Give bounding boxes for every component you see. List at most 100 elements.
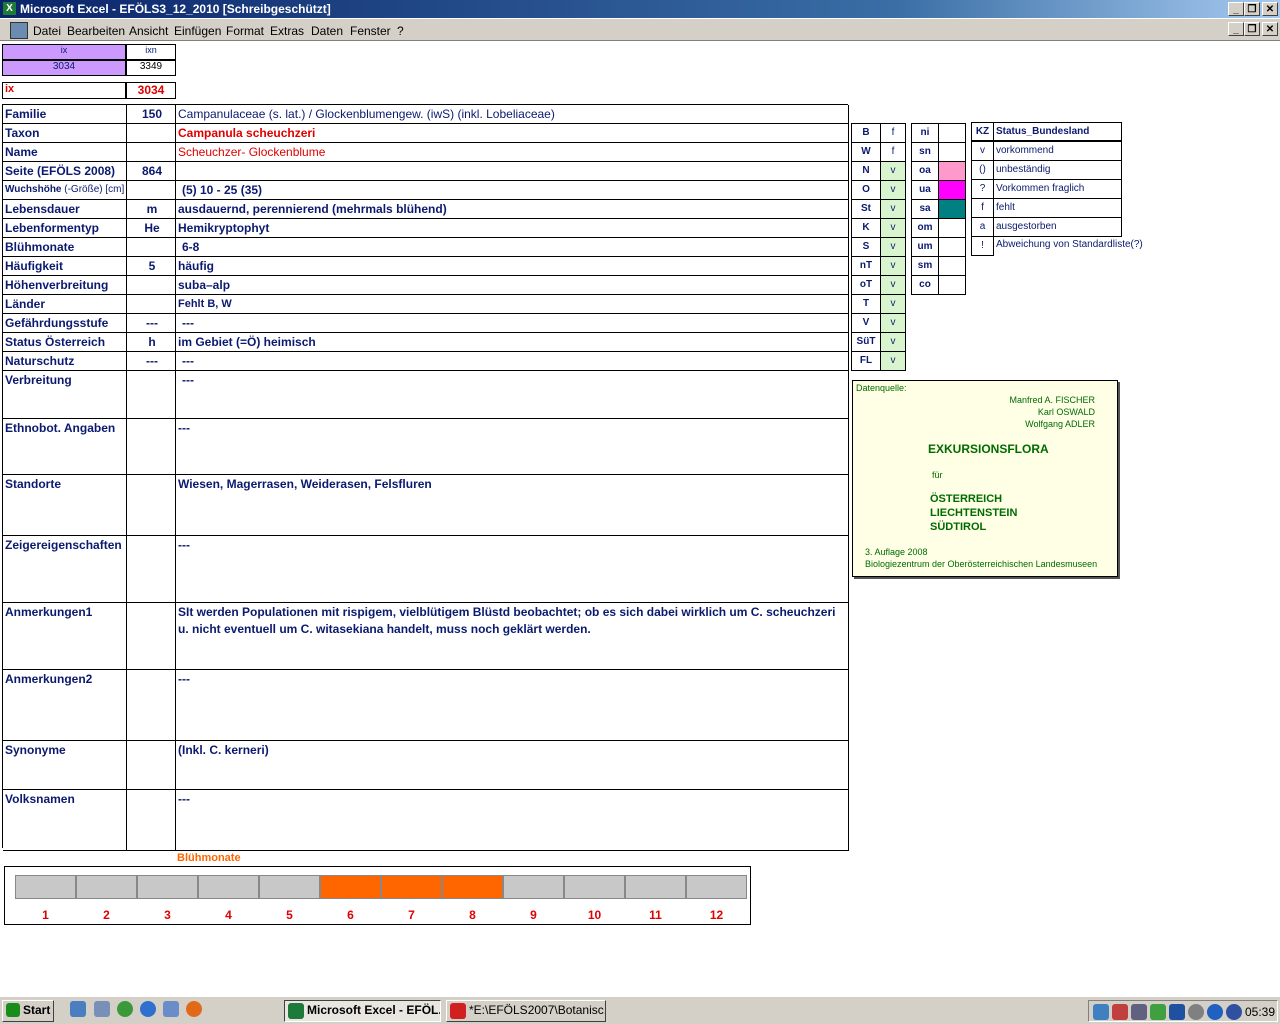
- row-text-synonyme[interactable]: (Inkl. C. kerneri): [176, 741, 849, 790]
- doc-minimize-button[interactable]: _: [1228, 22, 1244, 36]
- row-text-zeigereigenschaften[interactable]: ---: [176, 536, 849, 603]
- row-text-lebenformentyp[interactable]: Hemikryptophyt: [176, 219, 849, 238]
- row-text-anmerkungen2[interactable]: ---: [176, 670, 849, 741]
- row-text-taxon[interactable]: Campanula scheuchzeri: [176, 124, 849, 143]
- row-text-standorte[interactable]: Wiesen, Magerrasen, Weiderasen, Felsflur…: [176, 475, 849, 536]
- search-icon[interactable]: [1131, 1004, 1147, 1020]
- row-text-verbreitung[interactable]: ---: [176, 371, 849, 419]
- region-status[interactable]: v: [880, 199, 906, 219]
- quicklaunch-firefox-icon[interactable]: [186, 1001, 202, 1017]
- zone-color-cell[interactable]: [938, 237, 966, 257]
- row-code-name[interactable]: [127, 143, 176, 162]
- info-icon[interactable]: [1207, 1004, 1223, 1020]
- row-code-familie[interactable]: 150: [127, 105, 176, 124]
- menu-datei[interactable]: Datei: [33, 24, 61, 38]
- tray-app-icon[interactable]: [1150, 1004, 1166, 1020]
- menu-extras[interactable]: Extras: [270, 24, 304, 38]
- maximize-button[interactable]: ❐: [1244, 2, 1260, 16]
- region-status[interactable]: v: [880, 161, 906, 181]
- region-status[interactable]: f: [880, 123, 906, 143]
- zone-color-cell[interactable]: [938, 180, 966, 200]
- shield-icon[interactable]: [1169, 1004, 1185, 1020]
- zone-color-cell[interactable]: [938, 161, 966, 181]
- zone-color-cell[interactable]: [938, 275, 966, 295]
- row-code-zeigereigenschaften[interactable]: [127, 536, 176, 603]
- menu-ansicht[interactable]: Ansicht: [129, 24, 168, 38]
- zone-color-cell[interactable]: [938, 123, 966, 143]
- minimize-button[interactable]: _: [1228, 2, 1244, 16]
- row-code-blühmonate[interactable]: [127, 238, 176, 257]
- row-code-volksnamen[interactable]: [127, 790, 176, 851]
- row-code-länder[interactable]: [127, 295, 176, 314]
- start-button[interactable]: Start: [2, 1000, 54, 1022]
- network-icon[interactable]: [1093, 1004, 1109, 1020]
- row-text-status-österreich[interactable]: im Gebiet (=Ö) heimisch: [176, 333, 849, 352]
- quicklaunch-outlook-icon[interactable]: [163, 1001, 179, 1017]
- quicklaunch-ie-icon[interactable]: [140, 1001, 156, 1017]
- workbook-icon[interactable]: [10, 22, 28, 39]
- row-text-name[interactable]: Scheuchzer- Glockenblume: [176, 143, 849, 162]
- menu-fenster[interactable]: Fenster: [350, 24, 391, 38]
- row-text-ethnobot-angaben[interactable]: ---: [176, 419, 849, 475]
- update-icon[interactable]: [1188, 1004, 1204, 1020]
- region-status[interactable]: v: [880, 313, 906, 333]
- row-code-häufigkeit[interactable]: 5: [127, 257, 176, 276]
- row-code-seite-eföls-2008-[interactable]: 864: [127, 162, 176, 181]
- row-text-höhenverbreitung[interactable]: suba–alp: [176, 276, 849, 295]
- task-excel[interactable]: Microsoft Excel - EFÖL...: [284, 1000, 441, 1022]
- region-status[interactable]: v: [880, 218, 906, 238]
- row-text-familie[interactable]: Campanulaceae (s. lat.) / Glockenblumeng…: [176, 105, 849, 124]
- row-text-wuchshöhe[interactable]: (5) 10 - 25 (35): [176, 181, 849, 200]
- close-button[interactable]: ✕: [1262, 2, 1278, 16]
- row-text-länder[interactable]: Fehlt B, W: [176, 295, 849, 314]
- region-status[interactable]: v: [880, 332, 906, 352]
- row-code-lebenformentyp[interactable]: He: [127, 219, 176, 238]
- row-code-lebensdauer[interactable]: m: [127, 200, 176, 219]
- row-code-gefährdungsstufe[interactable]: ---: [127, 314, 176, 333]
- row-code-standorte[interactable]: [127, 475, 176, 536]
- region-status[interactable]: v: [880, 351, 906, 371]
- quicklaunch-explorer-icon[interactable]: [94, 1001, 110, 1017]
- row-code-wuchshöhe[interactable]: [127, 181, 176, 200]
- zone-color-cell[interactable]: [938, 142, 966, 162]
- zone-color-cell[interactable]: [938, 199, 966, 219]
- menu-daten[interactable]: Daten: [311, 24, 343, 38]
- doc-close-button[interactable]: ✕: [1262, 22, 1278, 36]
- volume-icon[interactable]: [1112, 1004, 1128, 1020]
- row-code-anmerkungen2[interactable]: [127, 670, 176, 741]
- region-status[interactable]: f: [880, 142, 906, 162]
- row-code-naturschutz[interactable]: ---: [127, 352, 176, 371]
- row-code-höhenverbreitung[interactable]: [127, 276, 176, 295]
- row-code-status-österreich[interactable]: h: [127, 333, 176, 352]
- row-text-gefährdungsstufe[interactable]: ---: [176, 314, 849, 333]
- region-status[interactable]: v: [880, 294, 906, 314]
- doc-restore-button[interactable]: ❐: [1244, 22, 1260, 36]
- ix-value-cell[interactable]: 3034: [2, 60, 126, 76]
- row-text-häufigkeit[interactable]: häufig: [176, 257, 849, 276]
- region-status[interactable]: v: [880, 275, 906, 295]
- excel-app-icon[interactable]: X: [3, 2, 16, 15]
- tray-globe-icon[interactable]: [1226, 1004, 1242, 1020]
- row-code-verbreitung[interactable]: [127, 371, 176, 419]
- row-code-synonyme[interactable]: [127, 741, 176, 790]
- ix-big-value[interactable]: 3034: [126, 82, 176, 99]
- row-code-taxon[interactable]: [127, 124, 176, 143]
- zone-color-cell[interactable]: [938, 218, 966, 238]
- row-text-anmerkungen1[interactable]: SIt werden Populationen mit rispigem, vi…: [176, 603, 849, 670]
- region-status[interactable]: v: [880, 256, 906, 276]
- ixn-value-cell[interactable]: 3349: [126, 60, 176, 76]
- quicklaunch-desktop-icon[interactable]: [70, 1001, 86, 1017]
- row-text-volksnamen[interactable]: ---: [176, 790, 849, 851]
- region-status[interactable]: v: [880, 180, 906, 200]
- menu-einfuegen[interactable]: Einfügen: [174, 24, 221, 38]
- row-code-ethnobot-angaben[interactable]: [127, 419, 176, 475]
- row-text-blühmonate[interactable]: 6-8: [176, 238, 849, 257]
- menu-help[interactable]: ?: [397, 24, 404, 38]
- menu-format[interactable]: Format: [226, 24, 264, 38]
- row-code-anmerkungen1[interactable]: [127, 603, 176, 670]
- row-text-lebensdauer[interactable]: ausdauernd, perennierend (mehrmals blühe…: [176, 200, 849, 219]
- task-explorer[interactable]: *E:\EFÖLS2007\Botanisc...: [446, 1000, 606, 1022]
- zone-color-cell[interactable]: [938, 256, 966, 276]
- region-status[interactable]: v: [880, 237, 906, 257]
- quicklaunch-media-icon[interactable]: [117, 1001, 133, 1017]
